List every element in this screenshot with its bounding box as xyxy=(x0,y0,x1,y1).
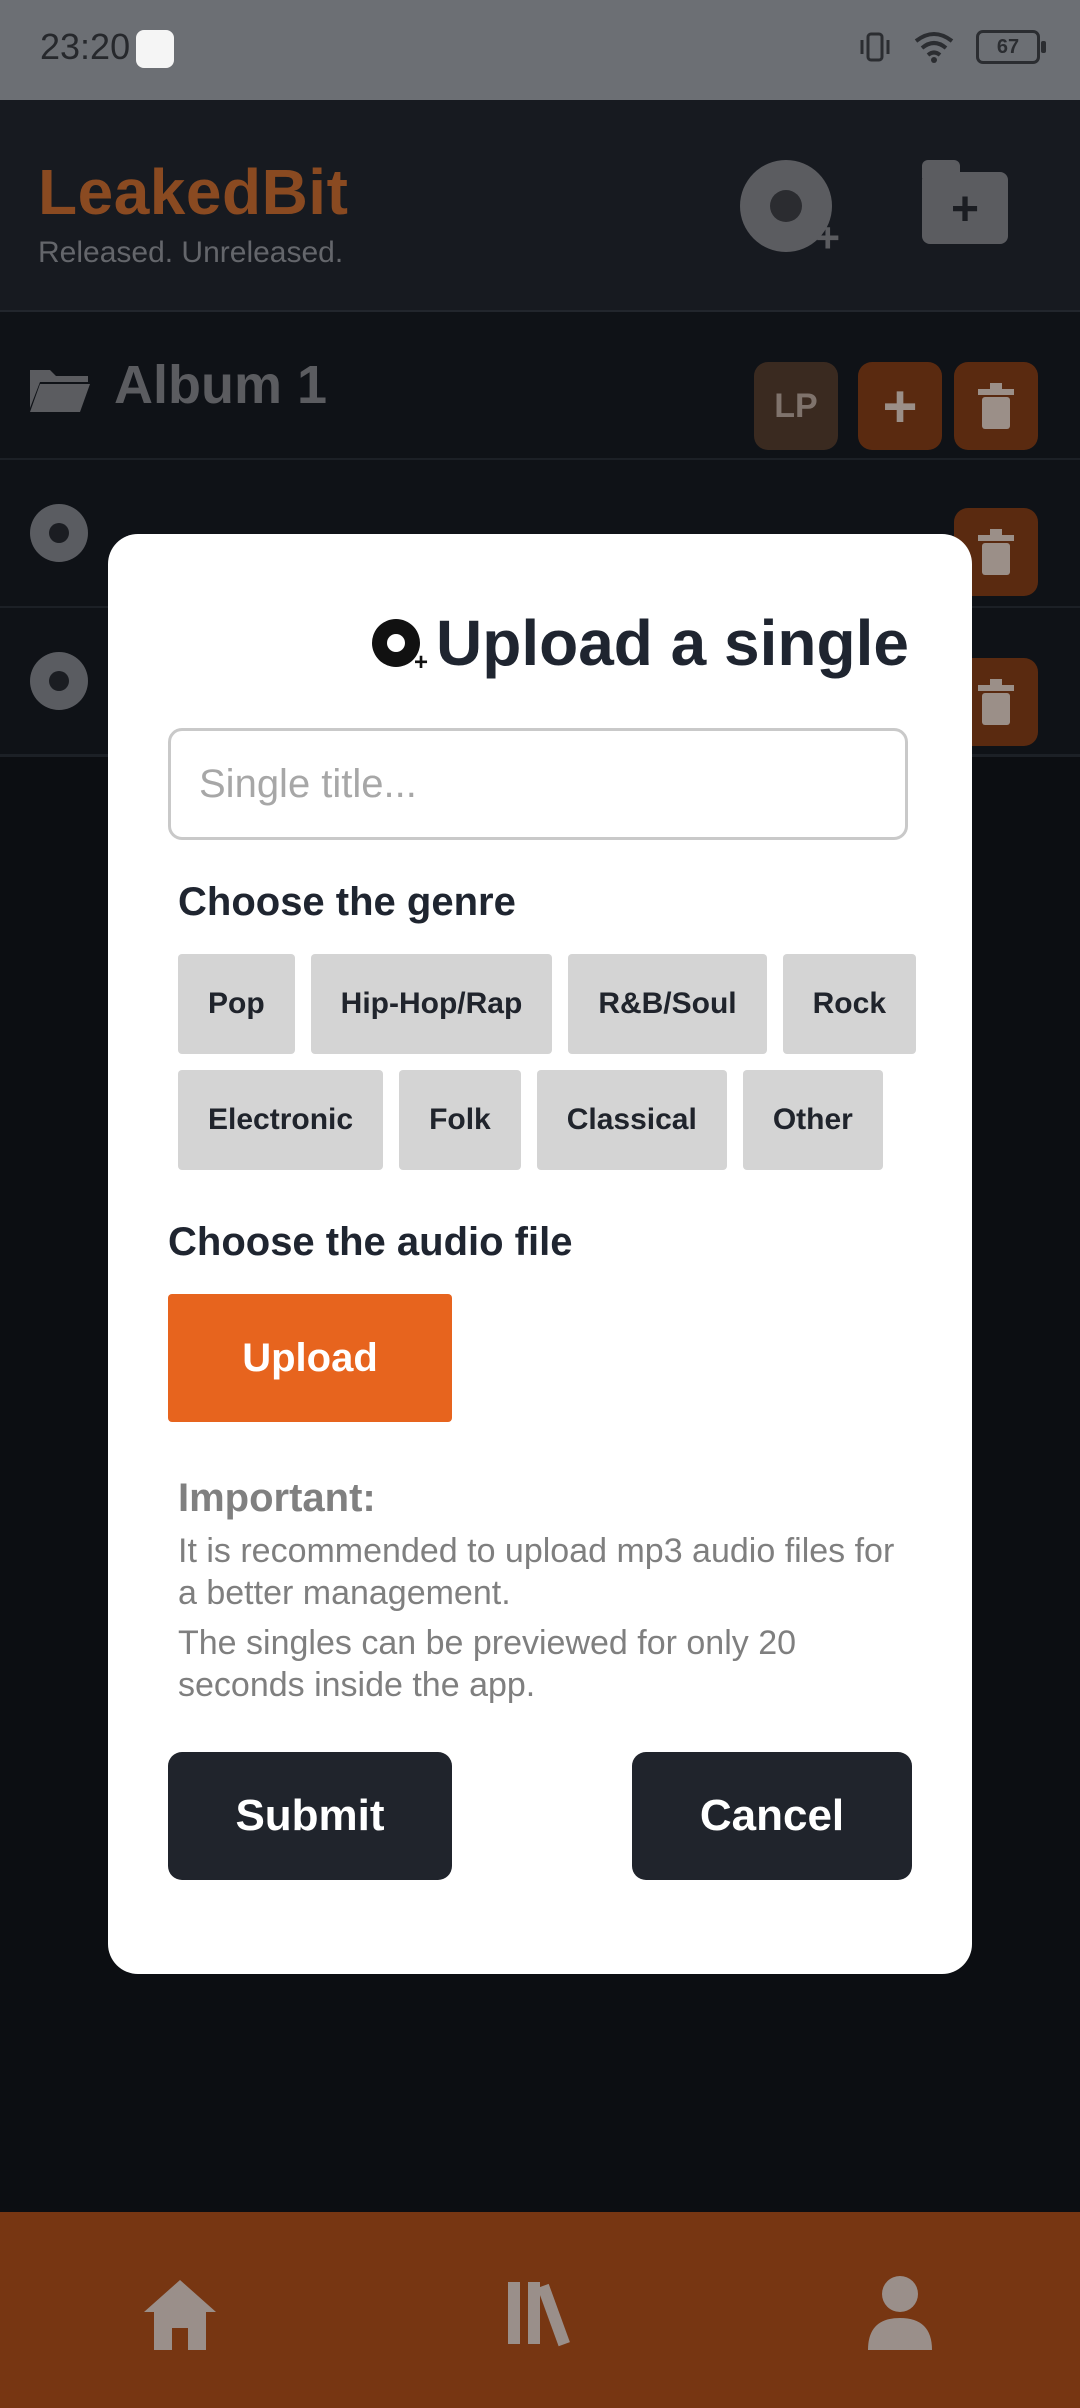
lp-button[interactable]: LP xyxy=(754,362,838,450)
single-title-input[interactable] xyxy=(168,728,908,840)
bottom-nav xyxy=(0,2212,1080,2408)
disc-add-icon[interactable]: + xyxy=(740,160,840,261)
genre-chip[interactable]: Rock xyxy=(782,954,916,1054)
genre-label: Choose the genre xyxy=(178,880,516,924)
folder-add-icon[interactable]: + xyxy=(922,160,1008,244)
genre-chip[interactable]: Electronic xyxy=(178,1070,384,1170)
wifi-icon xyxy=(914,32,954,63)
audio-file-label: Choose the audio file xyxy=(168,1220,573,1264)
trash-icon xyxy=(978,383,1014,429)
lp-label: LP xyxy=(774,386,818,425)
home-icon[interactable] xyxy=(140,2276,220,2352)
battery-level: 67 xyxy=(996,35,1020,58)
dialog-title: Upload a single xyxy=(436,607,909,679)
folder-icon xyxy=(30,370,90,412)
upload-single-dialog: + Upload a single Choose the genre Pop H… xyxy=(108,534,972,1974)
cancel-button[interactable]: Cancel xyxy=(632,1752,912,1880)
genre-chip[interactable]: Pop xyxy=(178,954,295,1054)
trash-icon xyxy=(978,529,1014,575)
plus-label: + xyxy=(882,372,918,440)
genre-chip[interactable]: Hip-Hop/Rap xyxy=(310,954,553,1054)
important-label: Important: xyxy=(178,1476,376,1520)
add-button[interactable]: + xyxy=(858,362,942,450)
genre-chips: Pop Hip-Hop/Rap R&B/Soul Rock Electronic… xyxy=(178,954,918,1170)
notification-icon xyxy=(136,30,174,68)
profile-icon[interactable] xyxy=(864,2272,936,2352)
note-mp3: It is recommended to upload mp3 audio fi… xyxy=(178,1532,895,1612)
dialog-header: + Upload a single xyxy=(372,606,909,680)
disc-icon xyxy=(30,652,88,710)
library-icon[interactable] xyxy=(504,2276,576,2348)
vibrate-icon xyxy=(860,32,890,62)
battery-icon: 67 xyxy=(976,30,1046,64)
album-title: Album 1 xyxy=(114,355,328,415)
trash-button[interactable] xyxy=(954,362,1038,450)
genre-chip[interactable]: Other xyxy=(742,1070,883,1170)
note-preview: The singles can be previewed for only 20… xyxy=(178,1624,797,1704)
status-bar: 23:20 67 xyxy=(0,0,1080,100)
genre-chip[interactable]: Folk xyxy=(399,1070,521,1170)
trash-icon xyxy=(978,679,1014,725)
list-item-album[interactable]: Album 1 LP + xyxy=(0,312,1080,461)
disc-icon xyxy=(30,504,88,562)
genre-chip[interactable]: Classical xyxy=(536,1070,727,1170)
submit-button[interactable]: Submit xyxy=(168,1752,452,1880)
upload-button[interactable]: Upload xyxy=(168,1294,452,1422)
status-time: 23:20 xyxy=(40,26,131,67)
brand-title: LeakedBit xyxy=(38,156,349,228)
brand-tagline: Released. Unreleased. xyxy=(38,236,344,269)
disc-add-icon: + xyxy=(372,619,428,676)
genre-chip[interactable]: R&B/Soul xyxy=(568,954,767,1054)
